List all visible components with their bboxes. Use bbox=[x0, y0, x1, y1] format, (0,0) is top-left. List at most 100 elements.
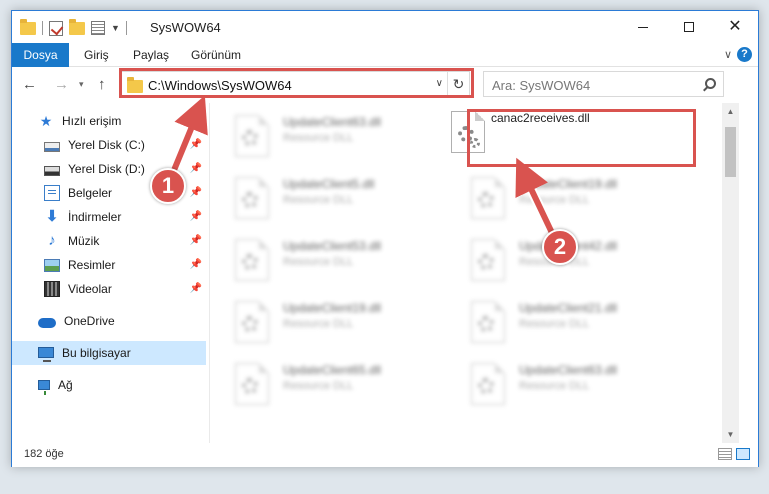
pin-icon: 📌 bbox=[189, 211, 202, 222]
expand-ribbon-chevron-icon[interactable]: ∨ bbox=[724, 48, 732, 61]
sidebar-item-videos[interactable]: Videolar 📌 bbox=[12, 277, 206, 301]
navigation-bar: ← → ▾ ↑ C:\Windows\SysWOW64 ∨ ↻ Ara: Sys… bbox=[12, 68, 758, 102]
help-icon[interactable]: ? bbox=[737, 47, 752, 62]
sidebar-item-label: Hızlı erişim bbox=[62, 114, 122, 128]
sidebar-item-label: Videolar bbox=[68, 282, 112, 296]
video-icon bbox=[44, 281, 60, 297]
maximize-icon bbox=[684, 22, 694, 32]
recent-locations-chevron-icon[interactable]: ▾ bbox=[79, 79, 84, 90]
window-title: SysWOW64 bbox=[150, 20, 221, 35]
title-bar: ▼ SysWOW64 ✕ bbox=[12, 11, 758, 43]
dll-file-icon bbox=[235, 363, 269, 405]
gear-icon bbox=[242, 254, 258, 270]
file-name: UpdateClient63.dll bbox=[519, 363, 618, 377]
gear-icon bbox=[242, 378, 258, 394]
file-name: UpdateClient65.dll bbox=[283, 363, 382, 377]
customize-toolbar-chevron-icon[interactable]: ▼ bbox=[111, 23, 120, 33]
scroll-up-arrow-icon[interactable]: ▲ bbox=[722, 103, 739, 120]
file-tile[interactable]: UpdateClient53.dll Resource DLL bbox=[211, 227, 441, 283]
back-arrow-icon[interactable]: ← bbox=[22, 76, 37, 93]
refresh-icon[interactable]: ↻ bbox=[447, 72, 469, 96]
address-bar[interactable]: C:\Windows\SysWOW64 ∨ ↻ bbox=[120, 71, 470, 97]
view-properties-icon[interactable] bbox=[91, 21, 105, 35]
file-name: UpdateClient63.dll bbox=[283, 115, 382, 129]
new-folder-icon[interactable] bbox=[69, 18, 85, 35]
tiles-view-icon[interactable] bbox=[736, 448, 750, 460]
address-dropdown-chevron-icon[interactable]: ∨ bbox=[436, 78, 443, 89]
file-type: Resource DLL bbox=[283, 132, 354, 144]
file-type: Resource DLL bbox=[283, 256, 354, 268]
sidebar-item-downloads[interactable]: ⬇ İndirmeler 📌 bbox=[12, 205, 206, 229]
dll-file-icon bbox=[471, 363, 505, 405]
scroll-down-arrow-icon[interactable]: ▼ bbox=[722, 426, 739, 443]
file-type: Resource DLL bbox=[519, 380, 590, 392]
pin-icon: 📌 bbox=[189, 139, 202, 150]
maximize-button[interactable] bbox=[666, 11, 712, 43]
file-tile-canac2receives[interactable]: canac2receives.dll bbox=[449, 107, 679, 163]
navigation-pane: ★ Hızlı erişim Yerel Disk (C:) 📌 Yerel D… bbox=[12, 103, 210, 443]
music-icon: ♪ bbox=[48, 232, 56, 249]
sidebar-item-label: Ağ bbox=[58, 378, 73, 392]
file-type: Resource DLL bbox=[283, 318, 354, 330]
computer-icon bbox=[38, 346, 54, 362]
sidebar-item-label: Resimler bbox=[68, 258, 116, 272]
file-tile[interactable]: UpdateClient19.dll Resource DLL bbox=[447, 165, 677, 221]
up-arrow-icon[interactable]: ↑ bbox=[98, 76, 106, 93]
file-type: Resource DLL bbox=[283, 380, 354, 392]
sidebar-item-pictures[interactable]: Resimler 📌 bbox=[12, 253, 206, 277]
sidebar-item-local-disk-c[interactable]: Yerel Disk (C:) 📌 bbox=[12, 133, 206, 157]
file-name: UpdateClient53.dll bbox=[283, 239, 382, 253]
status-bar: 182 öğe bbox=[12, 443, 758, 467]
item-count: 182 öğe bbox=[24, 448, 64, 460]
gear-icon bbox=[478, 378, 494, 394]
pin-icon: 📌 bbox=[189, 235, 202, 246]
search-icon[interactable] bbox=[705, 78, 716, 89]
details-view-icon[interactable] bbox=[718, 448, 732, 460]
minimize-button[interactable] bbox=[620, 11, 666, 43]
gear-icon bbox=[478, 192, 494, 208]
dll-file-icon bbox=[451, 111, 485, 153]
search-placeholder[interactable]: Ara: SysWOW64 bbox=[492, 78, 590, 93]
file-tile[interactable]: UpdateClient21.dll Resource DLL bbox=[447, 289, 677, 345]
file-type: Resource DLL bbox=[519, 318, 590, 330]
gear-icon bbox=[242, 316, 258, 332]
tab-share[interactable]: Paylaş bbox=[133, 43, 169, 67]
close-icon: ✕ bbox=[728, 18, 742, 35]
sidebar-item-label: Müzik bbox=[68, 234, 100, 248]
file-tile[interactable]: UpdateClient65.dll Resource DLL bbox=[211, 351, 441, 407]
sidebar-item-this-pc[interactable]: Bu bilgisayar bbox=[12, 341, 206, 365]
sidebar-item-label: Yerel Disk (C:) bbox=[68, 138, 145, 152]
dll-file-icon bbox=[235, 115, 269, 157]
search-box[interactable]: Ara: SysWOW64 bbox=[483, 71, 724, 97]
vertical-scrollbar[interactable]: ▲ ▼ bbox=[722, 103, 739, 443]
close-button[interactable]: ✕ bbox=[712, 11, 758, 43]
sidebar-item-onedrive[interactable]: OneDrive bbox=[12, 309, 206, 333]
file-type: Resource DLL bbox=[283, 194, 354, 206]
disk-icon bbox=[44, 165, 60, 176]
file-tile[interactable]: UpdateClient5.dll Resource DLL bbox=[211, 165, 441, 221]
quick-access-toolbar: ▼ bbox=[20, 18, 127, 37]
toolbar-divider bbox=[42, 21, 43, 35]
dll-file-icon bbox=[235, 301, 269, 343]
forward-arrow-icon[interactable]: → bbox=[54, 76, 69, 93]
file-tile[interactable]: UpdateClient19.dll Resource DLL bbox=[211, 289, 441, 345]
tab-home[interactable]: Giriş bbox=[84, 43, 109, 67]
file-tile[interactable]: UpdateClient63.dll Resource DLL bbox=[447, 351, 677, 407]
sidebar-item-quick-access[interactable]: ★ Hızlı erişim bbox=[12, 109, 206, 133]
scroll-thumb[interactable] bbox=[725, 127, 736, 177]
file-name: UpdateClient19.dll bbox=[283, 301, 382, 315]
gear-icon bbox=[478, 254, 494, 270]
tab-file[interactable]: Dosya bbox=[12, 43, 69, 67]
gear-icon bbox=[478, 316, 494, 332]
file-tile[interactable]: UpdateClient63.dll Resource DLL bbox=[211, 103, 441, 159]
sidebar-item-network[interactable]: Ağ bbox=[12, 373, 206, 397]
address-path[interactable]: C:\Windows\SysWOW64 bbox=[148, 78, 292, 93]
tab-view[interactable]: Görünüm bbox=[191, 43, 241, 67]
dll-file-icon bbox=[471, 177, 505, 219]
view-switcher bbox=[718, 448, 750, 460]
pin-icon: 📌 bbox=[189, 283, 202, 294]
file-name: UpdateClient21.dll bbox=[519, 301, 618, 315]
sidebar-item-music[interactable]: ♪ Müzik 📌 bbox=[12, 229, 206, 253]
properties-check-icon[interactable] bbox=[49, 20, 63, 36]
network-icon bbox=[38, 380, 50, 395]
